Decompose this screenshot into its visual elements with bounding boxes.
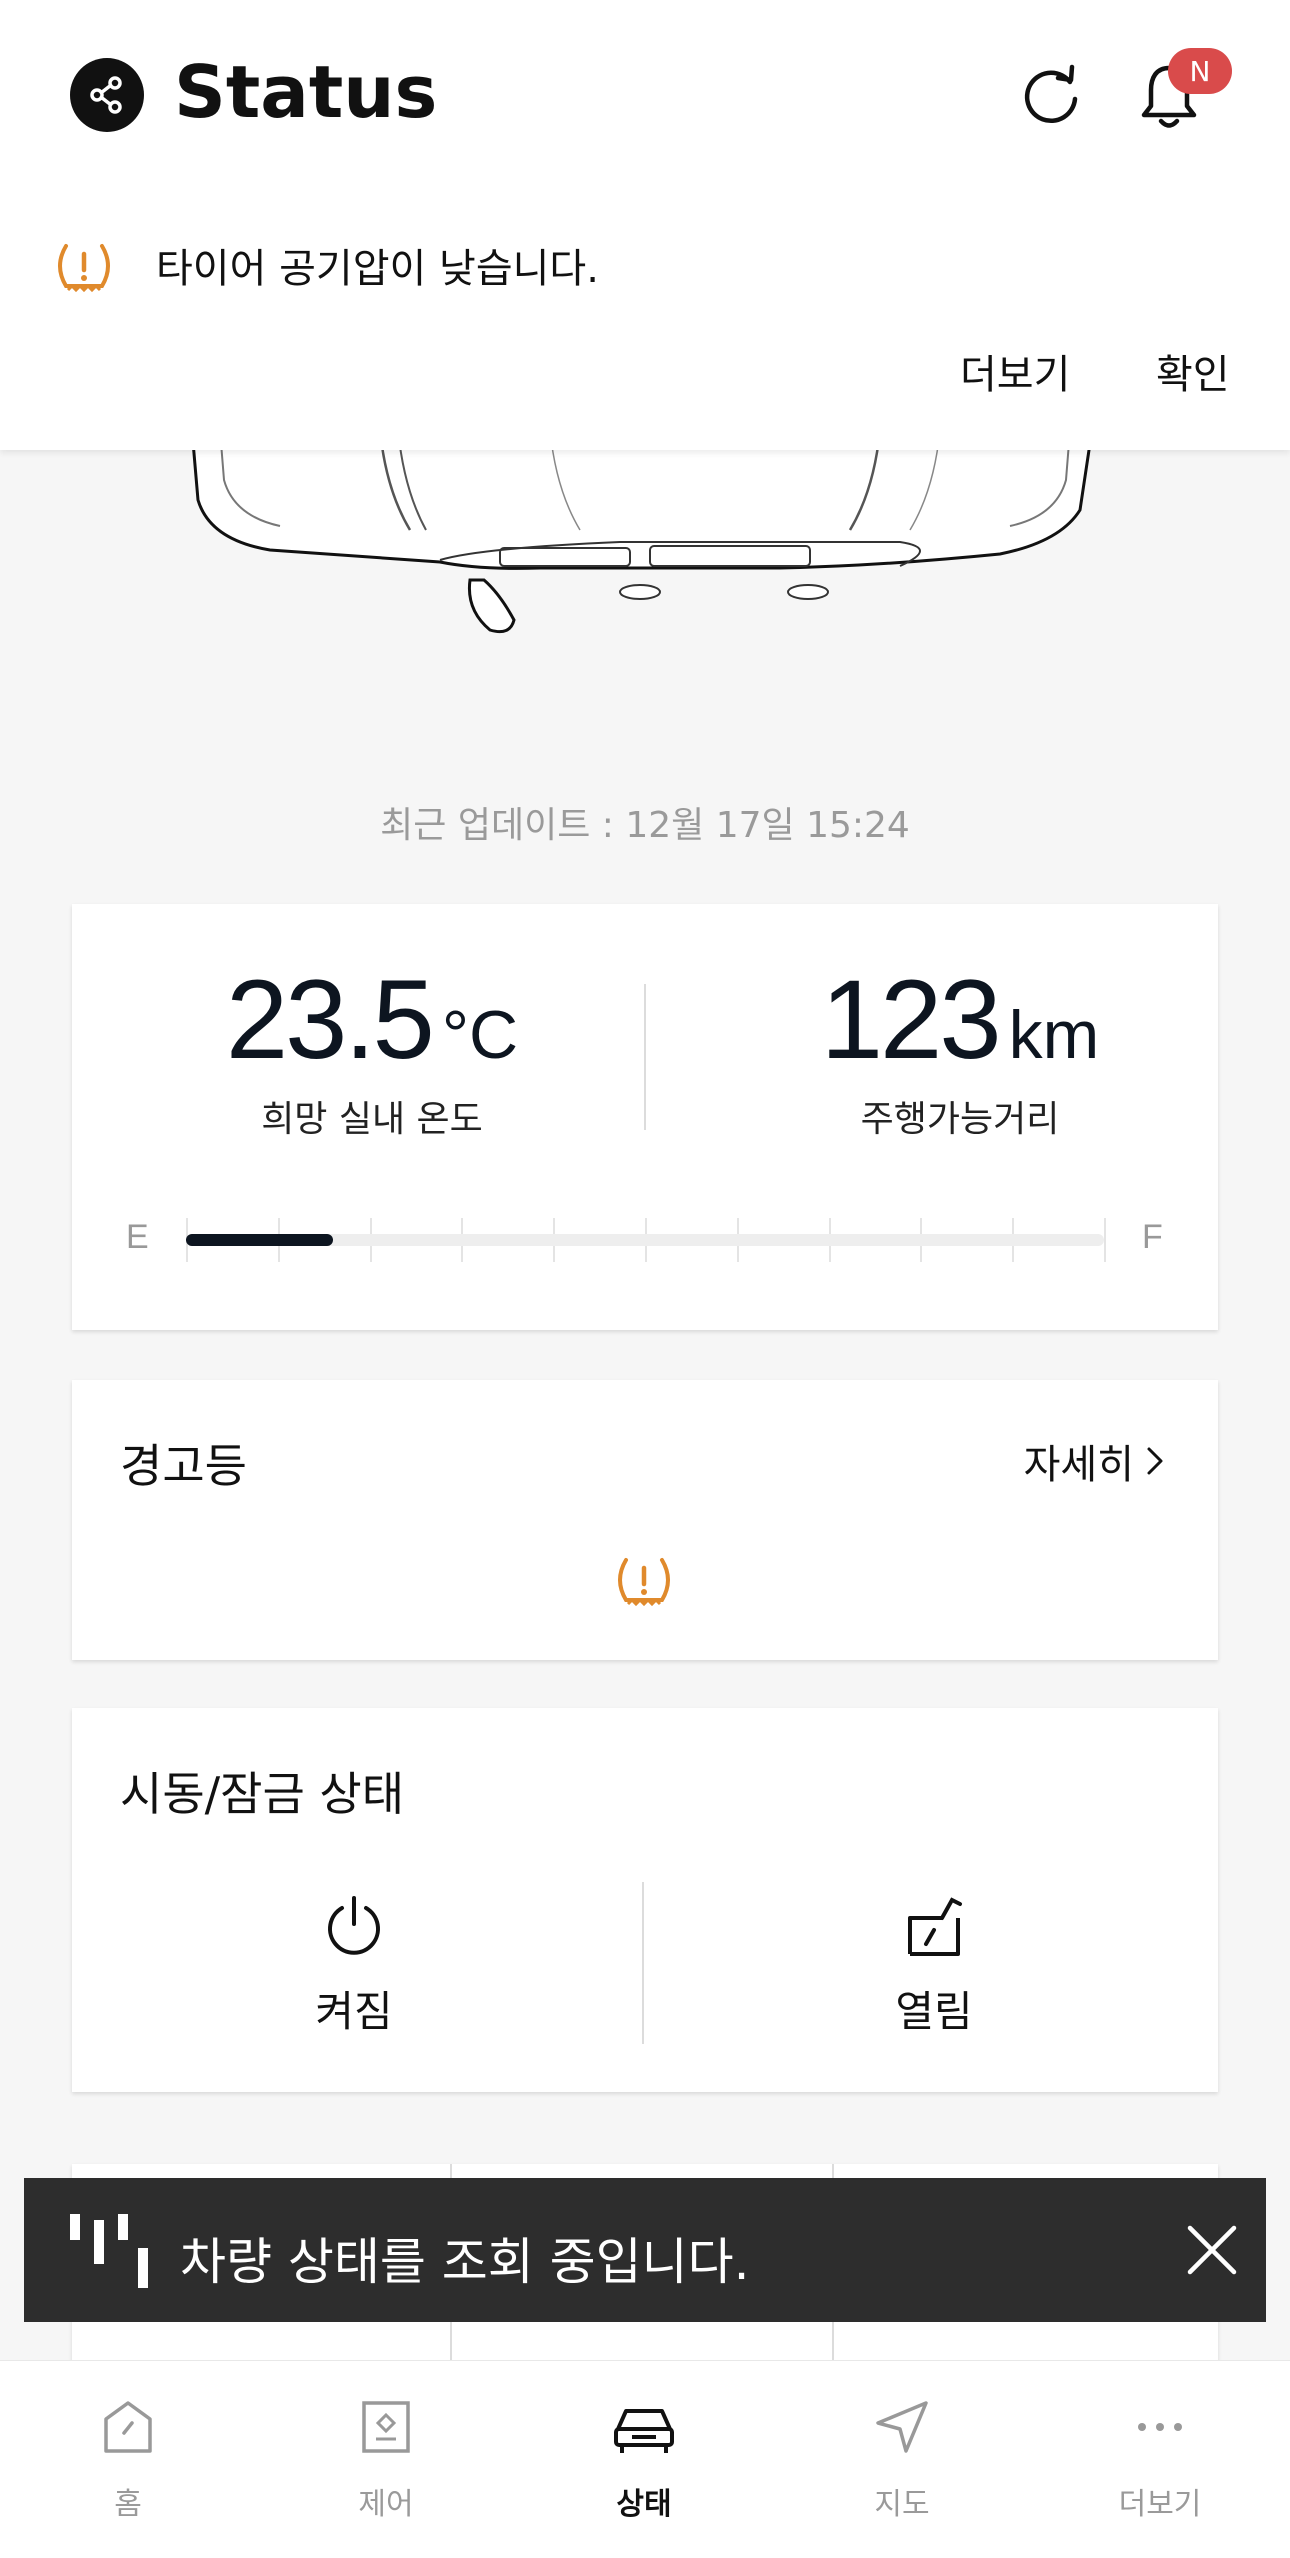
car-illustration [190, 430, 1094, 634]
alert-confirm-button[interactable]: 확인 [1156, 342, 1230, 400]
range-value: 123 [820, 957, 1002, 1082]
navigation-arrow-icon [876, 2401, 928, 2453]
warning-details-link[interactable]: 자세히 [1024, 1432, 1166, 1490]
lock-status-title: 시동/잠금 상태 [120, 1767, 405, 1821]
warning-lights-title: 경고등 [120, 1439, 247, 1493]
nav-label-status: 상태 [616, 2487, 672, 2522]
warning-details-label: 자세히 [1023, 1442, 1134, 1488]
nav-label-more: 더보기 [1118, 2487, 1202, 2522]
engine-status-label: 켜짐 [315, 1987, 393, 2036]
door-open-icon [908, 1897, 962, 1956]
nav-label-map: 지도 [874, 2487, 930, 2522]
chevron-right-icon [1147, 1447, 1163, 1475]
door-status: 열림 [784, 1894, 1084, 2039]
nav-item-more[interactable]: 더보기 [1070, 2397, 1250, 2523]
tire-pressure-warning-icon [58, 244, 110, 293]
nav-label-home: 홈 [114, 2487, 142, 2522]
fuel-empty-label: E [126, 1218, 149, 1256]
home-icon [104, 2401, 152, 2453]
share-button[interactable] [70, 58, 144, 132]
share-icon [90, 76, 122, 114]
engine-status: 켜짐 [204, 1894, 504, 2039]
desired-temperature: 23.5 °C 희망 실내 온도 [222, 964, 522, 1142]
nav-item-status[interactable]: 상태 [554, 2397, 734, 2523]
driving-range: 123 km 주행가능거리 [800, 964, 1120, 1142]
nav-item-control[interactable]: 제어 [296, 2397, 476, 2523]
temperature-unit: °C [441, 997, 519, 1073]
bottom-navigation: 홈 제어 상태 지도 더보기 [0, 2360, 1290, 2558]
status-toast: 차량 상태를 조회 중입니다. [24, 2178, 1266, 2322]
alert-more-button[interactable]: 더보기 [960, 342, 1070, 400]
warning-lights-card: 경고등 자세히 [72, 1380, 1218, 1660]
loading-bars-icon [70, 2214, 148, 2288]
nav-item-home[interactable]: 홈 [38, 2397, 218, 2523]
page-title: Status [174, 50, 438, 134]
range-label: 주행가능거리 [860, 1099, 1060, 1140]
control-icon [362, 2401, 410, 2453]
temperature-label: 희망 실내 온도 [261, 1099, 483, 1140]
fuel-gauge-fill [186, 1234, 333, 1246]
fuel-gauge [186, 1234, 1104, 1246]
car-icon [614, 2409, 674, 2453]
range-unit: km [1008, 997, 1100, 1073]
temperature-value: 23.5 [225, 957, 435, 1082]
tire-pressure-warning-icon[interactable] [610, 1552, 678, 1610]
lock-divider [642, 1882, 644, 2044]
alert-message: 타이어 공기압이 낮습니다. [156, 246, 599, 292]
vehicle-summary-card: 23.5 °C 희망 실내 온도 123 km 주행가능거리 E F [72, 904, 1218, 1330]
refresh-icon[interactable] [1016, 60, 1086, 130]
notification-badge: N [1168, 48, 1232, 94]
ignition-lock-card: 시동/잠금 상태 켜짐 열림 [72, 1708, 1218, 2092]
metric-divider [644, 984, 646, 1130]
fuel-full-label: F [1142, 1218, 1163, 1256]
nav-label-control: 제어 [358, 2487, 414, 2522]
fuel-gauge-tick [1104, 1218, 1106, 1262]
last-updated-text: 최근 업데이트 : 12월 17일 15:24 [380, 805, 910, 846]
close-icon[interactable] [1180, 2218, 1244, 2282]
power-icon [328, 1896, 380, 1955]
nav-item-map[interactable]: 지도 [812, 2397, 992, 2523]
more-dots-icon [1138, 2423, 1182, 2431]
toast-message: 차량 상태를 조회 중입니다. [180, 2233, 750, 2291]
door-status-label: 열림 [895, 1987, 973, 2036]
app-header: Status N 타이어 공기압이 낮습니다. 더보기 확인 [0, 0, 1290, 450]
